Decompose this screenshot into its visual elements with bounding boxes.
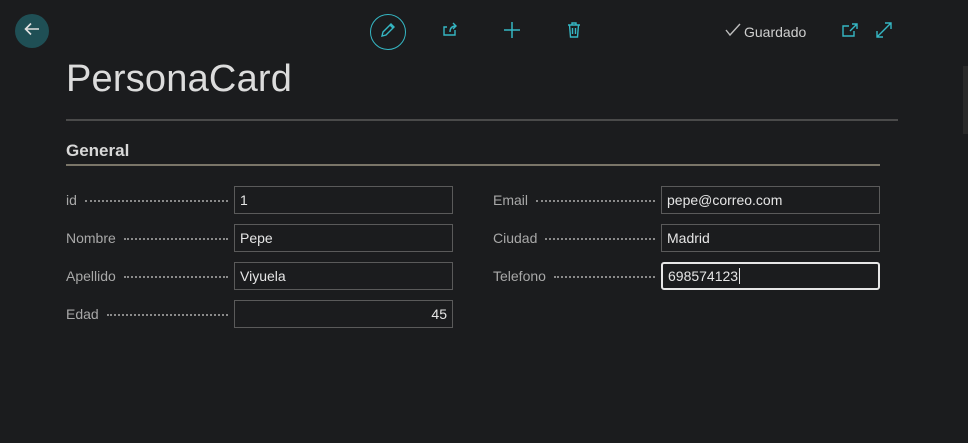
expand-icon [875, 21, 893, 44]
telefono-field[interactable]: 698574123 [661, 262, 880, 290]
save-status-text: Guardado [744, 23, 807, 40]
section-title: General [66, 141, 130, 160]
pencil-icon [379, 21, 397, 44]
field-label-telefono: Telefono [493, 268, 546, 284]
field-row-edad: Edad 45 [66, 300, 453, 328]
field-label-apellido: Apellido [66, 268, 116, 284]
field-row-telefono: Telefono 698574123 [493, 262, 880, 290]
telefono-value: 698574123 [668, 268, 739, 284]
arrow-left-icon [23, 20, 41, 43]
email-value: pepe@correo.com [667, 192, 783, 208]
nombre-value: Pepe [240, 230, 273, 246]
ciudad-field[interactable]: Madrid [661, 224, 880, 252]
delete-button[interactable] [556, 14, 592, 50]
id-value: 1 [240, 192, 248, 208]
leader-dots [106, 314, 228, 316]
ciudad-value: Madrid [667, 230, 710, 246]
text-caret [739, 268, 741, 284]
leader-dots [553, 276, 655, 278]
id-field[interactable]: 1 [234, 186, 453, 214]
field-row-nombre: Nombre Pepe [66, 224, 453, 252]
checkmark-icon [725, 23, 744, 40]
open-in-new-window-icon [841, 22, 859, 43]
share-icon [441, 21, 459, 44]
nombre-field[interactable]: Pepe [234, 224, 453, 252]
expand-button[interactable] [874, 21, 894, 44]
field-label-id: id [66, 192, 77, 208]
edit-button[interactable] [370, 14, 406, 50]
section-divider [66, 164, 880, 166]
field-label-email: Email [493, 192, 529, 208]
window-tools [840, 21, 908, 44]
back-button[interactable] [15, 14, 49, 48]
plus-icon [503, 21, 521, 44]
field-row-apellido: Apellido Viyuela [66, 262, 453, 290]
open-new-window-button[interactable] [840, 22, 860, 42]
field-row-ciudad: Ciudad Madrid [493, 224, 880, 252]
leader-dots [123, 276, 228, 278]
save-status: Guardado [725, 23, 806, 40]
leader-dots [123, 238, 228, 240]
trash-icon [566, 21, 582, 44]
apellido-field[interactable]: Viyuela [234, 262, 453, 290]
share-button[interactable] [432, 14, 468, 50]
leader-dots [84, 200, 228, 202]
edad-value: 45 [431, 306, 447, 322]
email-field[interactable]: pepe@correo.com [661, 186, 880, 214]
page-scrollbar[interactable] [963, 66, 968, 134]
field-row-email: Email pepe@correo.com [493, 186, 880, 214]
page-title: PersonaCard [66, 58, 293, 100]
edad-field[interactable]: 45 [234, 300, 453, 328]
new-button[interactable] [494, 14, 530, 50]
leader-dots [536, 200, 655, 202]
action-toolbar [370, 14, 618, 50]
leader-dots [545, 238, 655, 240]
title-divider [66, 119, 898, 121]
field-label-ciudad: Ciudad [493, 230, 538, 246]
apellido-value: Viyuela [240, 268, 286, 284]
field-label-edad: Edad [66, 306, 99, 322]
field-label-nombre: Nombre [66, 230, 116, 246]
field-row-id: id 1 [66, 186, 453, 214]
